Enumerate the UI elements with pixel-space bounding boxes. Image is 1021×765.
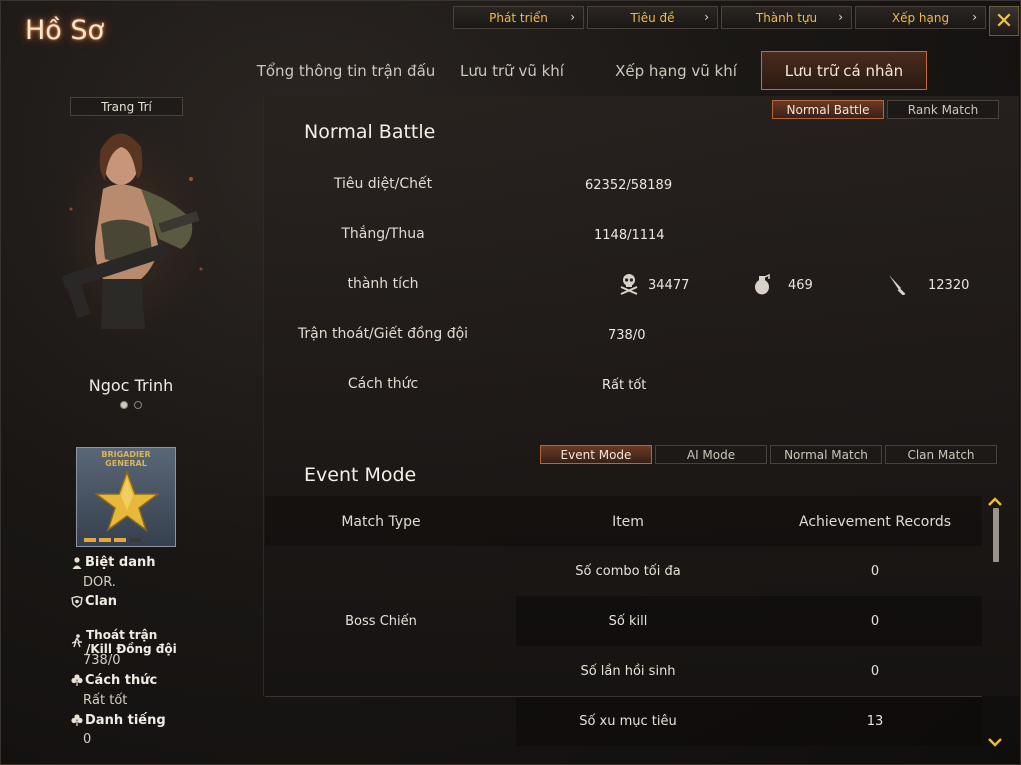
rank-badge: BRIGADIER GENERAL <box>76 447 176 547</box>
close-icon: ✕ <box>994 8 1014 34</box>
wl-label: Thắng/Thua <box>341 226 425 242</box>
window-title: Hồ Sơ <box>25 15 105 46</box>
kd-label: Tiêu diệt/Chết <box>333 176 433 192</box>
knife-value: 12320 <box>928 278 970 293</box>
topnav-label: Phát triển <box>489 10 548 25</box>
normal-battle-button[interactable]: Normal Battle <box>772 100 884 119</box>
table-row-item: Số lần hồi sinh <box>580 664 676 679</box>
nickname-label: Biệt danh <box>85 555 156 570</box>
tab-tong-thong-tin[interactable]: Tổng thông tin trận đấu <box>251 51 441 90</box>
achievement-label: thành tích <box>347 276 419 292</box>
manner-value: Rất tốt <box>83 693 128 708</box>
fame-label: Danh tiếng <box>85 713 166 728</box>
clan-label: Clan <box>85 594 118 609</box>
escape-label-line1: Thoát trận <box>86 628 158 642</box>
manner-stat-label: Cách thức <box>347 376 419 392</box>
clan-shield-icon <box>71 595 83 611</box>
scrollbar-thumb[interactable] <box>993 508 999 562</box>
topnav-thanh-tuu[interactable]: Thành tựu › <box>721 6 852 29</box>
rank-star-icon <box>95 470 159 532</box>
rank-match-button[interactable]: Rank Match <box>887 100 999 119</box>
profile-window: Hồ Sơ Phát triển › Tiêu đề › Thành tựu ›… <box>0 0 1021 765</box>
col-match-type: Match Type <box>341 514 421 530</box>
character-portrait <box>41 119 221 369</box>
table-row-value: 0 <box>870 664 880 679</box>
event-mode-title: Event Mode <box>304 464 417 486</box>
rank-progress-segment <box>114 538 126 542</box>
tab-luu-tru-vu-khi[interactable]: Lưu trữ vũ khí <box>447 51 577 90</box>
pager-dot[interactable] <box>134 401 142 409</box>
knife-icon <box>887 273 909 299</box>
col-achievement-records: Achievement Records <box>798 514 952 530</box>
pager-dot-active[interactable] <box>120 401 128 409</box>
fame-value: 0 <box>83 732 92 747</box>
clan-match-button[interactable]: Clan Match <box>885 445 997 464</box>
character-pager <box>120 401 142 409</box>
table-row-item: Số combo tối đa <box>575 564 681 579</box>
chevron-right-icon: › <box>972 10 977 24</box>
chevron-right-icon: › <box>570 10 575 24</box>
rank-progress-segment <box>99 538 111 542</box>
topnav-tieu-de[interactable]: Tiêu đề › <box>587 6 718 29</box>
normal-match-button[interactable]: Normal Match <box>770 445 882 464</box>
clover-icon <box>71 714 83 729</box>
escape-label: Thoát trận /Kill Đồng đội <box>86 628 177 656</box>
topnav-phat-trien[interactable]: Phát triển › <box>453 6 584 29</box>
topnav-xep-hang[interactable]: Xếp hạng › <box>855 6 986 29</box>
skull-crossbones-icon <box>619 273 639 299</box>
tab-xep-hang-vu-khi[interactable]: Xếp hạng vũ khí <box>601 51 751 90</box>
escape-value: 738/0 <box>83 653 121 668</box>
escape-teamkill-label: Trận thoát/Giết đồng đội <box>297 326 469 342</box>
tab-luu-tru-ca-nhan[interactable]: Lưu trữ cá nhân <box>761 51 927 90</box>
kd-value: 62352/58189 <box>585 178 673 193</box>
person-icon <box>72 557 82 572</box>
character-name: Ngoc Trinh <box>88 376 174 395</box>
rank-progress-segment <box>129 538 141 542</box>
wl-value: 1148/1114 <box>594 228 665 243</box>
chevron-right-icon: › <box>704 10 709 24</box>
normal-battle-title: Normal Battle <box>304 121 436 143</box>
match-type-cell: Boss Chiến <box>345 614 417 629</box>
chevron-down-icon[interactable] <box>987 735 1003 751</box>
rank-title-line1: BRIGADIER <box>101 450 151 459</box>
col-item: Item <box>612 514 644 530</box>
rank-title-line2: GENERAL <box>105 459 147 468</box>
table-row-value: 0 <box>870 564 880 579</box>
running-person-icon <box>71 634 83 651</box>
manner-label: Cách thức <box>85 673 158 688</box>
grenade-value: 469 <box>788 278 813 293</box>
topnav-label: Thành tựu <box>755 10 818 25</box>
rank-title: BRIGADIER GENERAL <box>77 450 175 468</box>
headshot-value: 34477 <box>648 278 690 293</box>
table-divider <box>265 696 982 697</box>
ai-mode-button[interactable]: AI Mode <box>655 445 767 464</box>
rank-progress-segment <box>84 538 96 542</box>
grenade-icon <box>753 273 771 299</box>
decorate-button[interactable]: Trang Trí <box>70 97 183 116</box>
clover-icon <box>71 674 83 689</box>
table-row-item: Số kill <box>608 614 648 629</box>
table-row-value: 0 <box>870 614 880 629</box>
chevron-right-icon: › <box>838 10 843 24</box>
topnav-label: Tiêu đề <box>630 10 675 25</box>
table-row-value: 13 <box>866 714 884 729</box>
escape-teamkill-value: 738/0 <box>608 328 646 343</box>
topnav-label: Xếp hạng <box>891 10 950 25</box>
close-button[interactable]: ✕ <box>989 6 1019 36</box>
nickname-value: DOR. <box>83 575 116 590</box>
manner-stat-value: Rất tốt <box>602 378 647 393</box>
event-mode-button[interactable]: Event Mode <box>540 445 652 464</box>
rank-progress <box>84 538 141 542</box>
top-nav: Phát triển › Tiêu đề › Thành tựu › Xếp h… <box>453 6 986 30</box>
table-row-item: Số xu mục tiêu <box>579 714 677 729</box>
